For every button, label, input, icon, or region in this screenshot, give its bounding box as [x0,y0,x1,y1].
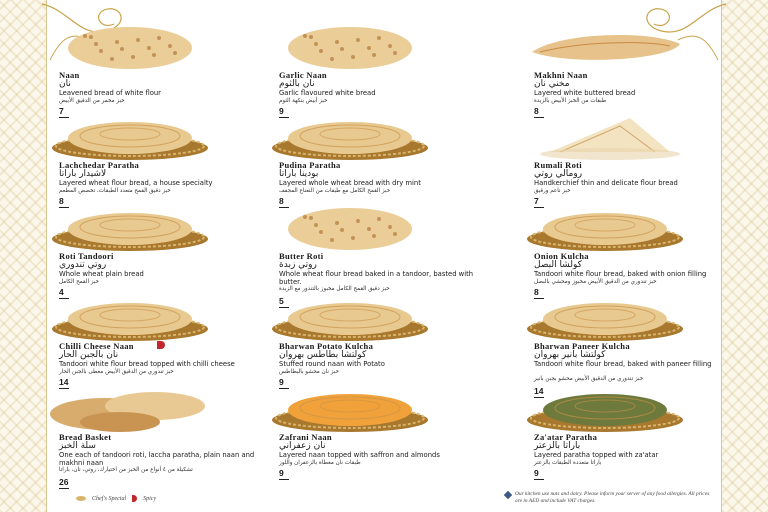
item-description: Stuffed round naan with Potato [279,360,385,368]
item-name-arabic: بودينا باراتا [279,169,319,179]
bread-image [527,213,683,251]
item-description: Whole wheat plain bread [59,270,144,278]
item-price: 26 [59,477,69,489]
item-name-arabic: روتي زبدة [279,260,317,270]
menu-item: Bharwan Potato Kulcha كولتشا بطاطس بهروان… [265,293,485,389]
item-description-arabic: خبز أبيض بنكهة الثوم [279,98,328,104]
item-name-arabic: رومالي روتي [534,169,583,179]
item-description-arabic: خبز القمح الكامل مع طبقات من النعناع الم… [279,188,391,194]
legend-spicy: Spicy [143,495,157,502]
menu-item: Makhni Naan مخني نان Layered white buttere… [520,22,740,118]
bread-image [52,303,208,341]
item-description: Tandoori white flour bread, baked with o… [534,270,707,278]
chili-icon [157,341,165,349]
item-description-arabic: طبقات من الخبز الأبيض بالزبدة [534,98,607,104]
item-description: Garlic flavoured white bread [279,89,376,97]
menu-item: Za'atar Paratha باراتا بالزعتر Layered par… [520,384,740,480]
item-name-arabic: كولتشا بانير بهروان [534,350,606,360]
item-description: One each of tandoori roti, laccha parath… [59,451,255,467]
bread-image [68,27,192,69]
item-name-arabic: باراتا بالزعتر [534,441,581,451]
item-name-arabic: نان بالجبن الحار [59,350,119,360]
bread-image [540,118,680,160]
item-description: Layered white buttered bread [534,89,636,97]
item-description: Layered paratha topped with za'atar [534,451,659,459]
menu-item: Bharwan Paneer Kulcha كولتشا بانير بهروان… [520,293,740,398]
bread-image [288,27,412,69]
item-description-arabic: خبز مخمر من الدقيق الأبيض [59,98,125,104]
menu-item: Lachchedar Paratha لاشيدار باراتا Layered … [45,112,265,208]
allergy-footnote: Our kitchen use nuts and dairy. Please i… [515,491,710,504]
menu-item: Onion Kulcha كولشا البصل Tandoori white fl… [520,203,740,299]
item-description: Layered naan topped with saffron and alm… [279,451,440,459]
menu-item: Roti Tandoori روتي تندوري Whole wheat plai… [45,203,265,299]
item-name-arabic: نان [59,79,71,89]
bread-image [52,213,208,251]
bread-image [272,394,428,432]
bread-image [527,303,683,341]
bread-image [52,122,208,160]
bread-image [50,392,205,432]
item-description-arabic: خبز تندوري من الدقيق الأبيض مخبوز ومحشي … [534,279,657,285]
item-price: 9 [534,468,544,480]
item-name-arabic: روتي تندوري [59,260,107,270]
bread-image [272,122,428,160]
legend-chef-special: Chef's Special [92,495,127,502]
item-description: Whole wheat flour bread baked in a tando… [279,270,474,286]
item-description-arabic: تشكيلة من ٤ أنواع من الخبز من اختيارك، ر… [59,467,193,473]
item-description: Handkerchief thin and delicate flour bre… [534,179,678,187]
menu-item: Chilli Cheese Naan نان بالجبن الحار Tandoo… [45,293,265,389]
item-description: Leavened bread of white flour [59,89,161,97]
bread-image [532,34,680,60]
menu-item: Rumali Roti رومالي روتي Handkerchief thin … [520,112,740,208]
bread-image [272,303,428,341]
item-price: 9 [279,468,289,480]
chef-special-icon [76,496,86,501]
item-name-arabic: مخني نان [534,79,570,89]
menu-grid: Naan نان Leavened bread of white flour خبز … [0,0,768,512]
item-name-arabic: سلة الخبز [59,441,96,451]
item-name-arabic: كولتشا بطاطس بهروان [279,350,367,360]
item-name-arabic: نان بالثوم [279,79,315,89]
item-name-arabic: كولشا البصل [534,260,582,270]
item-name-arabic: نان زعفراني [279,441,326,451]
menu-item: Naan نان Leavened bread of white flour خبز … [45,22,265,118]
item-description: Layered wheat flour bread, a house speci… [59,179,213,187]
menu-item: Butter Roti روتي زبدة Whole wheat flour br… [265,203,485,308]
item-description: Tandoori white flour bread topped with c… [59,360,235,368]
spicy-icon [132,495,138,502]
item-description-arabic: خبز تندوري من الدقيق الأبيض مغطى بالجبن … [59,369,174,375]
item-description-arabic: خبز دقيق القمح الكامل مخبوز بالتندور مع … [279,286,390,292]
item-description-arabic: خبز القمح الكامل [59,279,100,285]
menu-item: Garlic Naan نان بالثوم Garlic flavoured wh… [265,22,485,118]
legend: Chef's Special Spicy [76,495,156,502]
item-name-arabic: لاشيدار باراتا [59,169,107,179]
item-description: Tandoori white flour bread, baked with p… [534,360,712,368]
item-description-arabic: خبز تندوري من الدقيق الأبيض محشو بجبن با… [534,376,644,382]
item-description-arabic: باراتا متعددة الطبقات بالزعتر [534,460,602,466]
item-description: Layered whole wheat bread with dry mint [279,179,421,187]
item-description-arabic: خبز ناعم ورقيق [534,188,571,194]
item-description-arabic: خبز دقيق القمح متعدد الطبقات، تخصص المطع… [59,188,171,194]
bread-image [527,394,683,432]
menu-item: Zafrani Naan نان زعفراني Layered naan topp… [265,384,485,480]
bread-image [288,208,412,250]
item-description-arabic: خبز نان محشو بالبطاطس [279,369,339,375]
menu-item: Bread Basket سلة الخبز One each of tandoor… [45,384,265,489]
menu-item: Pudina Paratha بودينا باراتا Layered whole… [265,112,485,208]
item-description-arabic: طبقات نان مغطاة بالزعفران واللوز [279,460,361,466]
